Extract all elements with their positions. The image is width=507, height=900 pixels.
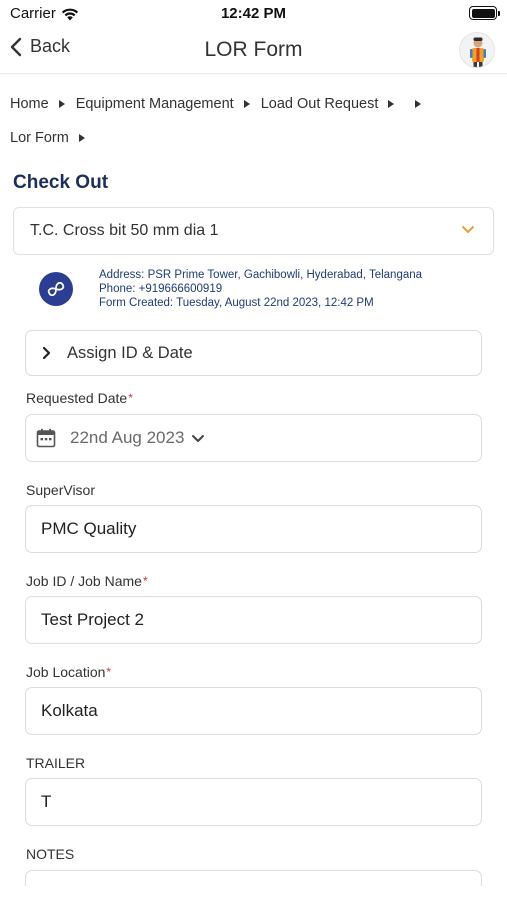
breadcrumb-load-out-request[interactable]: Load Out Request [261,96,379,112]
avatar-figure-icon [470,37,486,67]
required-marker: * [106,665,112,679]
requested-date-value: 22nd Aug 2023 [70,428,185,447]
equipment-select-value: T.C. Cross bit 50 mm dia 1 [30,222,219,239]
breadcrumb-equipment-management[interactable]: Equipment Management [76,96,234,112]
breadcrumb-lor-form[interactable]: Lor Form [10,130,69,146]
status-time: 12:42 PM [220,5,287,22]
supervisor-label: SuperVisor [26,482,96,498]
nav-bar: Back LOR Form [0,28,507,74]
caret-right-icon [388,100,395,108]
company-logo [39,272,73,306]
requested-date-picker[interactable]: 22nd Aug 2023 [25,414,482,462]
required-marker: * [128,391,133,405]
equipment-select[interactable]: T.C. Cross bit 50 mm dia 1 [13,207,494,255]
job-label: Job ID / Job Name* [26,573,148,589]
trailer-field[interactable]: T [25,778,482,826]
caret-right-icon [243,100,250,108]
job-location-field[interactable]: Kolkata [25,687,482,735]
breadcrumb: Home Equipment Management Load Out Reque… [10,92,490,150]
status-bar: Carrier 12:42 PM [0,0,507,28]
caret-right-icon [58,100,65,108]
requested-date-label-text: Requested Date [26,390,128,406]
caret-right-icon [78,134,85,142]
trailer-value: T [41,792,52,811]
infinity-logo-icon [47,282,65,296]
breadcrumb-row: Home Equipment Management Load Out Reque… [10,92,490,116]
required-marker: * [142,574,148,588]
accordion-label: Assign ID & Date [67,343,193,362]
calendar-icon [36,428,56,448]
caret-right-icon [415,100,422,108]
company-phone: Phone: +919666600919 [99,283,223,295]
breadcrumb-row: Lor Form [10,126,490,150]
form-created: Form Created: Tuesday, August 22nd 2023,… [99,297,374,309]
job-field[interactable]: Test Project 2 [25,596,482,644]
job-value: Test Project 2 [41,610,144,629]
notes-field[interactable] [25,870,482,886]
job-label-text: Job ID / Job Name [26,573,142,589]
company-info: Address: PSR Prime Tower, Gachibowli, Hy… [39,268,422,310]
company-address: Address: PSR Prime Tower, Gachibowli, Hy… [99,269,423,281]
supervisor-field[interactable]: PMC Quality [25,505,482,553]
notes-label: NOTES [26,846,75,862]
job-location-value: Kolkata [41,701,98,720]
breadcrumb-home[interactable]: Home [10,96,49,112]
chevron-down-icon [462,226,474,233]
requested-date-label: Requested Date* [26,390,133,406]
battery-icon [469,6,500,20]
avatar[interactable] [459,32,495,68]
job-location-label: Job Location* [26,664,111,680]
chevron-right-icon [42,346,51,360]
chevron-down-icon [192,434,205,442]
trailer-label: TRAILER [26,755,86,771]
page-title: LOR Form [204,38,303,61]
job-location-label-text: Job Location [26,664,106,680]
company-details: Address: PSR Prime Tower, Gachibowli, Hy… [99,268,422,310]
section-title: Check Out [13,172,109,193]
assign-id-date-accordion[interactable]: Assign ID & Date [25,330,482,376]
supervisor-value: PMC Quality [41,519,137,538]
